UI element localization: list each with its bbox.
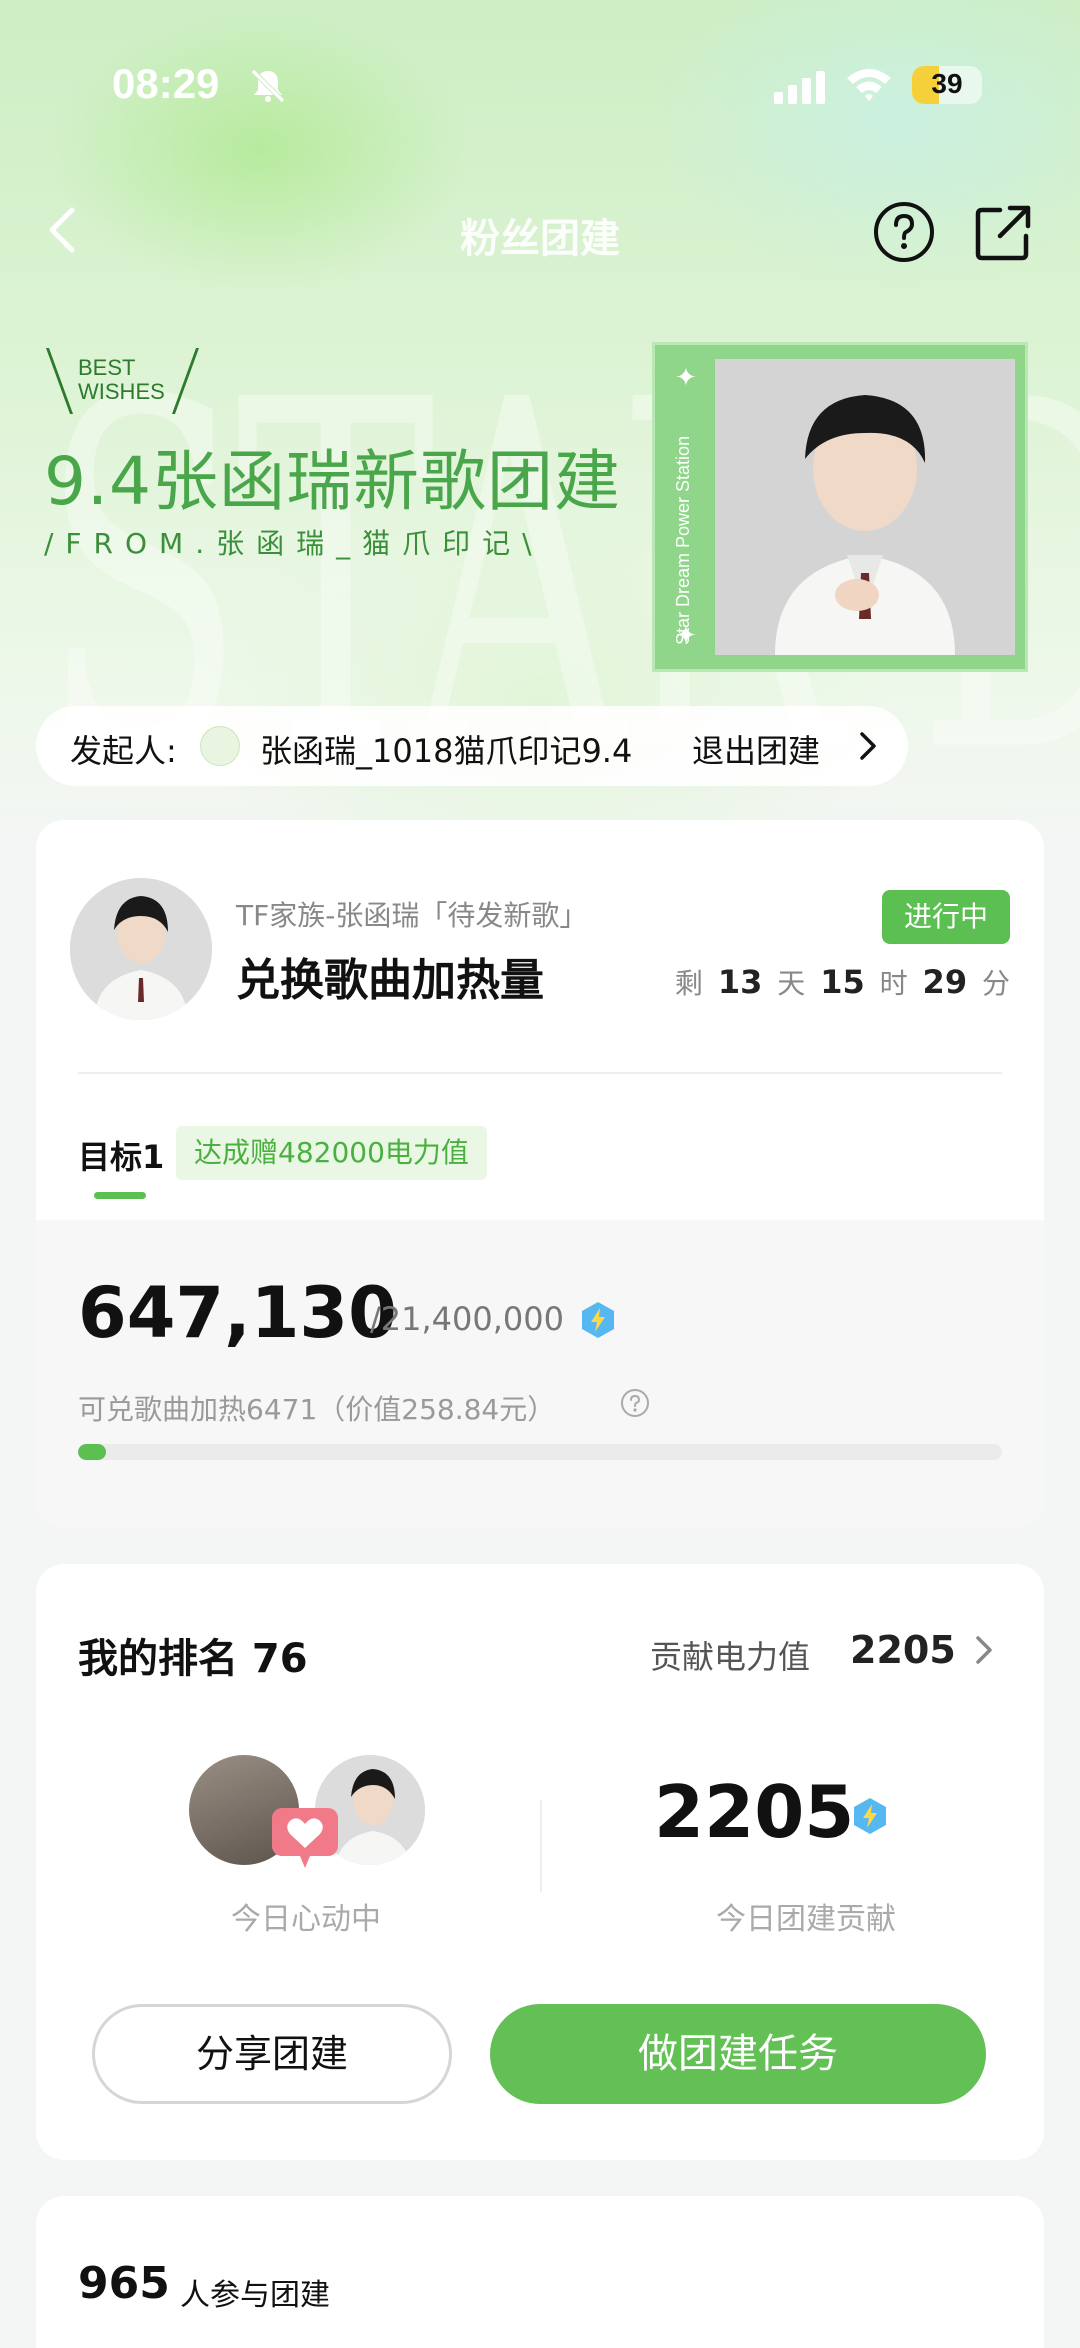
artist-photo [715,359,1015,655]
countdown-hours-unit: 时 [879,967,908,1000]
task-avatar [70,878,212,1020]
photo-side-text: Star Dream Power Station [673,435,693,645]
today-contribution-value: 2205 [654,1770,855,1854]
battery-indicator: 39 [912,66,982,104]
initiator-bar: 发起人: 张函瑞_1018猫爪印记9.4 退出团建 [36,706,908,786]
best-wishes-logo: BEST WISHES [45,348,208,418]
countdown-minutes-unit: 分 [981,967,1010,1000]
progress-subtitle: 可兑歌曲加热6471（价值258.84元） [78,1393,556,1426]
bell-muted-icon [251,69,285,103]
participants-card: 965 人参与团建 [36,2196,1044,2348]
battery-level: 39 [931,68,963,99]
countdown-hours: 15 [820,963,865,1001]
hero-banner: STAR DREAM 08:29 39 粉丝团建 [0,0,1080,860]
event-title: 9.4张函瑞新歌团建 [44,443,621,520]
initiator-label: 发起人: [70,732,177,770]
task-subtitle: TF家族-张函瑞「待发新歌」 [236,899,588,932]
status-time: 08:29 [112,60,220,107]
task-card: TF家族-张函瑞「待发新歌」 兑换歌曲加热量 进行中 剩 13 天 15 时 2… [36,820,1044,1528]
countdown-minutes: 29 [922,963,968,1001]
contribution-value[interactable]: 2205 [850,1628,956,1672]
tab-active-indicator [94,1192,146,1199]
power-bolt-icon [582,1302,614,1338]
power-bolt-icon [854,1798,886,1834]
countdown: 剩 13 天 15 时 29 分 [675,962,1010,1002]
best-wishes-line1: BEST [78,355,136,380]
progress-bar [78,1444,1002,1460]
tab-goal-1[interactable]: 目标1 [78,1132,164,1178]
chevron-right-icon[interactable] [972,1632,996,1668]
share-team-button[interactable]: 分享团建 [92,2004,452,2104]
progress-total: /21,400,000 [370,1300,564,1338]
countdown-days-unit: 天 [777,967,806,1000]
share-icon[interactable] [972,200,1036,264]
signal-icon [774,71,825,104]
crush-avatars[interactable] [186,1752,436,1872]
divider [78,1072,1002,1074]
do-task-button[interactable]: 做团建任务 [490,2004,986,2104]
best-wishes-line2: WISHES [78,379,165,404]
status-bar: 08:29 39 [0,0,1080,170]
sparkle-icon: ✦ [675,363,697,393]
sparkle-icon: ✦ [675,621,697,651]
wifi-icon [847,69,891,101]
ranking-card: 我的排名 76 贡献电力值 2205 今日心动中 2205 今日团建贡献 分享团… [36,1564,1044,2160]
chevron-right-icon[interactable] [856,728,880,764]
initiator-name[interactable]: 张函瑞_1018猫爪印记9.4 [260,726,632,772]
task-title: 兑换歌曲加热量 [236,955,544,1006]
participants-count: 965 [78,2258,170,2309]
goal-reward-badge: 达成赠482000电力值 [176,1126,487,1180]
participants-label: 人参与团建 [180,2278,330,2313]
progress-bar-fill [78,1444,106,1460]
countdown-days: 13 [717,963,763,1001]
heart-icon [272,1808,338,1868]
help-icon[interactable] [872,200,936,264]
today-contribution-label: 今日团建贡献 [716,1902,896,1937]
initiator-avatar [200,726,240,766]
status-badge: 进行中 [882,890,1010,944]
question-icon[interactable] [620,1388,650,1418]
countdown-prefix: 剩 [674,967,703,1000]
event-from: /FROM.张函瑞_猫爪印记\ [44,527,544,560]
progress-panel: 647,130 /21,400,000 可兑歌曲加热6471（价值258.84元… [36,1220,1044,1528]
crush-label: 今日心动中 [231,1902,381,1937]
my-rank: 我的排名 76 [78,1636,308,1682]
contribution-label[interactable]: 贡献电力值 [650,1632,810,1678]
artist-photo-frame: ✦ Star Dream Power Station ✦ [652,342,1028,672]
divider [540,1800,542,1892]
progress-current: 647,130 [78,1272,397,1354]
exit-team-button[interactable]: 退出团建 [692,726,820,772]
